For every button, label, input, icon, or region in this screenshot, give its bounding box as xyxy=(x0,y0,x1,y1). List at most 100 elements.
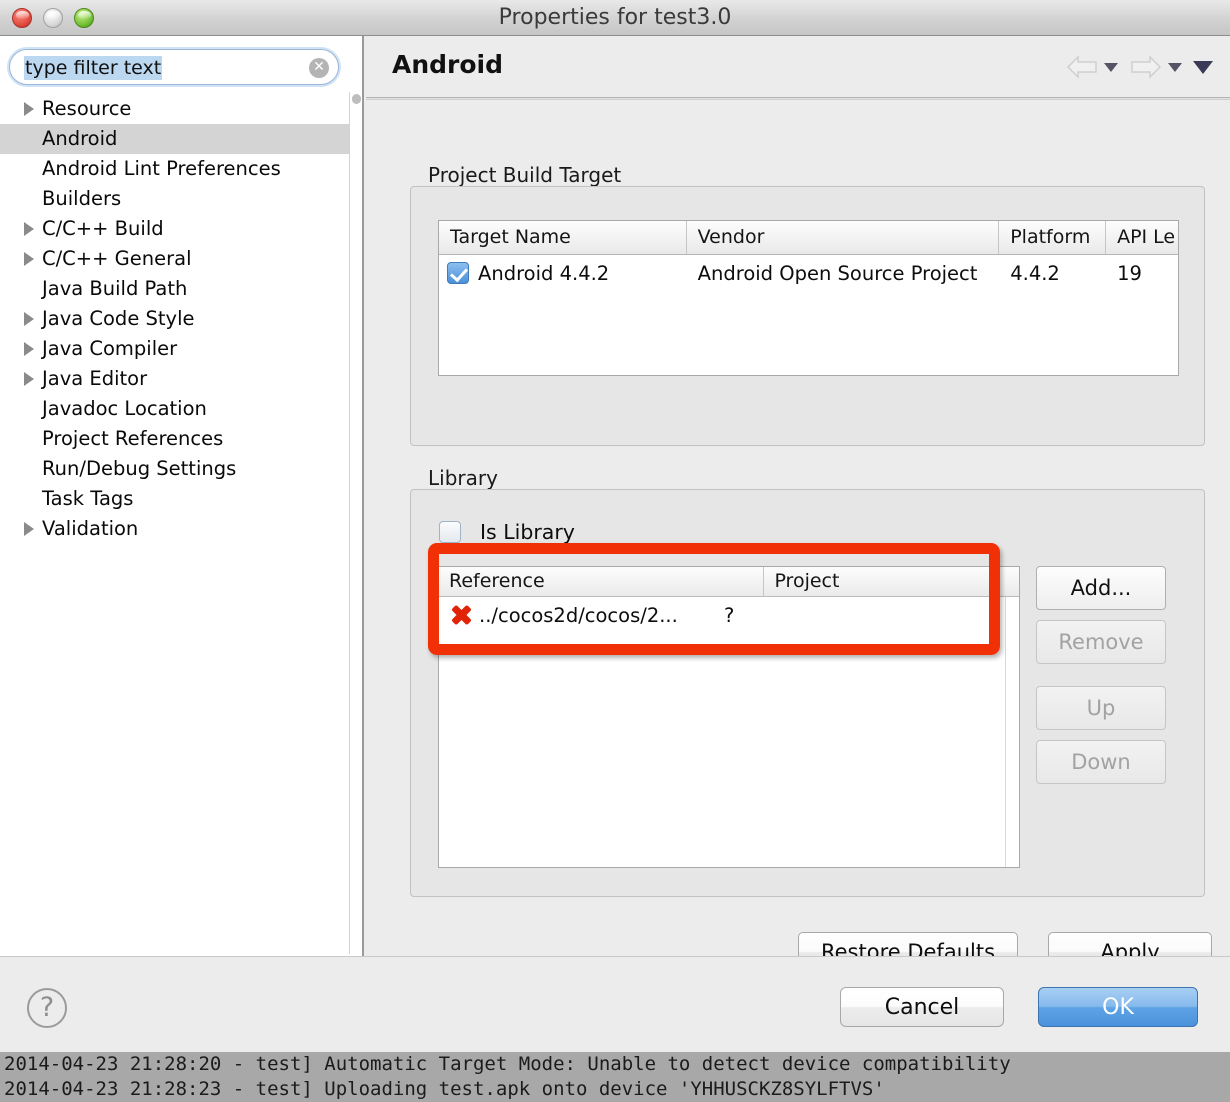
table-header-row: Target Name Vendor Platform API Le xyxy=(439,221,1178,255)
sidebar-item-label: C/C++ Build xyxy=(42,217,164,240)
sidebar-item-validation[interactable]: Validation xyxy=(0,514,362,544)
header-divider xyxy=(366,97,1230,100)
is-library-checkbox[interactable] xyxy=(439,521,461,543)
sidebar-item-label: Java Code Style xyxy=(42,307,195,330)
sidebar-item-android-lint-preferences[interactable]: Android Lint Preferences xyxy=(0,154,362,184)
column-header-reference[interactable]: Reference xyxy=(439,567,765,596)
column-header-api-level[interactable]: API Le xyxy=(1106,221,1178,254)
sidebar-item-label: Resource xyxy=(42,97,132,120)
sidebar-item-label: Task Tags xyxy=(42,487,134,510)
library-table-header-row: Reference Project xyxy=(439,567,1019,597)
search-input[interactable]: type filter text ✕ xyxy=(9,49,339,85)
sidebar-item-builders[interactable]: Builders xyxy=(0,184,362,214)
table-row[interactable]: ../cocos2d/cocos/2... ? xyxy=(439,597,1019,633)
chevron-right-icon[interactable] xyxy=(24,214,40,244)
cell-platform: 4.4.2 xyxy=(1010,261,1060,285)
sidebar-item-cpp-general[interactable]: C/C++ General xyxy=(0,244,362,274)
sidebar-item-java-editor[interactable]: Java Editor xyxy=(0,364,362,394)
sidebar-item-java-compiler[interactable]: Java Compiler xyxy=(0,334,362,364)
sidebar-scrollbar-thumb[interactable] xyxy=(352,94,361,104)
window-titlebar: Properties for test3.0 xyxy=(0,0,1230,36)
sidebar-item-task-tags[interactable]: Task Tags xyxy=(0,484,362,514)
sidebar-item-label: Android xyxy=(42,127,118,150)
ok-button[interactable]: OK xyxy=(1038,987,1198,1027)
help-icon[interactable]: ? xyxy=(27,988,67,1028)
sidebar-item-java-build-path[interactable]: Java Build Path xyxy=(0,274,362,304)
chevron-right-icon[interactable] xyxy=(24,364,40,394)
column-header-project[interactable]: Project xyxy=(764,567,1019,596)
forward-arrow-icon[interactable] xyxy=(1129,54,1163,80)
add-button[interactable]: Add... xyxy=(1036,566,1166,610)
sidebar-item-android[interactable]: Android xyxy=(0,124,362,154)
properties-dialog: Properties for test3.0 type filter text … xyxy=(0,0,1230,1102)
sidebar-item-java-code-style[interactable]: Java Code Style xyxy=(0,304,362,334)
cell-vendor: Android Open Source Project xyxy=(697,261,978,285)
column-header-target-name[interactable]: Target Name xyxy=(439,221,687,254)
console-line: 2014-04-23 21:28:23 - test] Uploading te… xyxy=(4,1078,885,1100)
back-arrow-icon[interactable] xyxy=(1065,54,1099,80)
library-group-label: Library xyxy=(428,466,498,490)
sidebar-item-javadoc-location[interactable]: Javadoc Location xyxy=(0,394,362,424)
build-target-group-label: Project Build Target xyxy=(428,163,622,187)
down-button[interactable]: Down xyxy=(1036,740,1166,784)
column-header-platform[interactable]: Platform xyxy=(999,221,1107,254)
build-target-table[interactable]: Target Name Vendor Platform API Le Andro… xyxy=(438,220,1179,376)
sidebar-item-label: C/C++ General xyxy=(42,247,192,270)
view-menu-icon[interactable] xyxy=(1193,60,1213,74)
up-button[interactable]: Up xyxy=(1036,686,1166,730)
library-references-table[interactable]: Reference Project ../cocos2d/cocos/2... … xyxy=(438,566,1020,868)
console-line: 2014-04-23 21:28:20 - test] Automatic Ta… xyxy=(4,1053,1011,1075)
library-side-buttons: Add... Remove Up Down xyxy=(1036,566,1166,794)
forward-dropdown-icon[interactable] xyxy=(1168,62,1182,72)
cell-project: ? xyxy=(724,603,735,627)
console-output: 2014-04-23 21:28:20 - test] Automatic Ta… xyxy=(0,1052,1230,1102)
chevron-right-icon[interactable] xyxy=(24,304,40,334)
page-header-nav xyxy=(1065,54,1213,80)
chevron-right-icon[interactable] xyxy=(24,94,40,124)
sidebar-scrollbar[interactable] xyxy=(349,92,362,954)
cancel-button[interactable]: Cancel xyxy=(840,987,1004,1027)
sidebar-item-cpp-build[interactable]: C/C++ Build xyxy=(0,214,362,244)
button-group-divider xyxy=(1036,674,1166,686)
sidebar-item-label: Android Lint Preferences xyxy=(42,157,281,180)
page-title: Android xyxy=(392,50,504,79)
library-group: Is Library Reference Project ../cocos2d/… xyxy=(410,489,1205,897)
page-header: Android xyxy=(366,36,1230,99)
library-scrollbar[interactable] xyxy=(1005,597,1019,867)
error-icon xyxy=(449,603,473,627)
target-checkbox[interactable] xyxy=(447,262,469,284)
clear-icon[interactable]: ✕ xyxy=(309,58,329,78)
dialog-body: type filter text ✕ Resource Android Andr… xyxy=(0,36,1230,972)
sidebar-item-project-references[interactable]: Project References xyxy=(0,424,362,454)
chevron-right-icon[interactable] xyxy=(24,514,40,544)
sidebar-item-label: Java Compiler xyxy=(42,337,178,360)
cell-api-level: 19 xyxy=(1117,261,1142,285)
preferences-page: Android Project Build Target Target Name… xyxy=(366,36,1230,972)
search-input-value: type filter text xyxy=(24,56,163,80)
preferences-sidebar: type filter text ✕ Resource Android Andr… xyxy=(0,36,364,956)
chevron-right-icon[interactable] xyxy=(24,244,40,274)
remove-button[interactable]: Remove xyxy=(1036,620,1166,664)
table-row[interactable]: Android 4.4.2 Android Open Source Projec… xyxy=(439,255,1178,291)
filter-row: type filter text ✕ xyxy=(9,49,339,85)
sidebar-item-run-debug-settings[interactable]: Run/Debug Settings xyxy=(0,454,362,484)
cell-reference[interactable]: ../cocos2d/cocos/2... xyxy=(439,603,724,627)
is-library-row[interactable]: Is Library xyxy=(439,520,575,544)
window-title: Properties for test3.0 xyxy=(498,5,732,30)
sidebar-item-label: Javadoc Location xyxy=(42,397,207,420)
chevron-right-icon[interactable] xyxy=(24,334,40,364)
cell-reference-label: ../cocos2d/cocos/2... xyxy=(479,603,678,627)
cell-target-name[interactable]: Android 4.4.2 xyxy=(439,262,687,285)
cell-target-name-label: Android 4.4.2 xyxy=(478,261,610,285)
back-dropdown-icon[interactable] xyxy=(1104,62,1118,72)
sidebar-item-resource[interactable]: Resource xyxy=(0,94,362,124)
column-header-vendor[interactable]: Vendor xyxy=(687,221,1000,254)
